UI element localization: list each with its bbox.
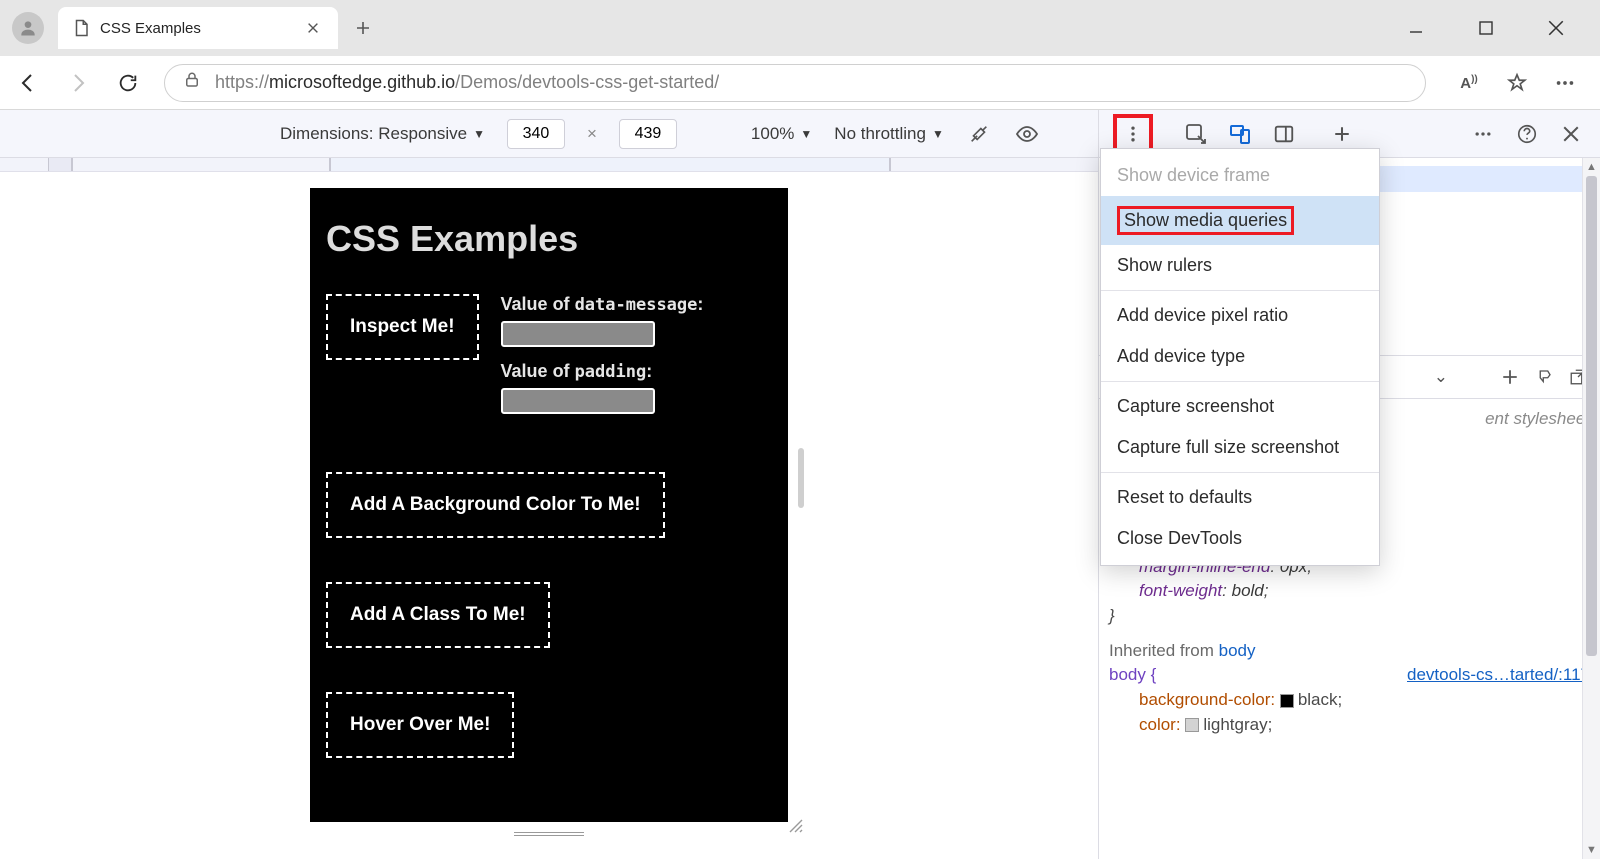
minimize-button[interactable]	[1406, 18, 1426, 38]
tab-title: CSS Examples	[100, 20, 292, 37]
menu-capture-screenshot[interactable]: Capture screenshot	[1101, 386, 1379, 427]
multiply-symbol: ×	[587, 124, 597, 144]
close-devtools-icon[interactable]	[1556, 119, 1586, 149]
bgcolor-box[interactable]: Add A Background Color To Me!	[326, 472, 665, 538]
hover-box[interactable]: Hover Over Me!	[326, 692, 514, 758]
inspect-me-box[interactable]: Inspect Me!	[326, 294, 479, 360]
viewport-resize-handle[interactable]	[798, 448, 804, 508]
width-input[interactable]	[507, 119, 565, 149]
settings-more-icon[interactable]	[1552, 70, 1578, 96]
menu-show-media-queries[interactable]: Show media queries	[1101, 196, 1379, 245]
stylesheet-source[interactable]: ent stylesheet	[1485, 407, 1590, 432]
value-input-2[interactable]	[501, 388, 655, 414]
device-emulation-icon[interactable]	[1225, 119, 1255, 149]
menu-close-devtools[interactable]: Close DevTools	[1101, 518, 1379, 559]
favorite-icon[interactable]	[1504, 70, 1530, 96]
viewport: CSS Examples Inspect Me! Value of data-m…	[0, 158, 1098, 859]
visibility-icon[interactable]	[1014, 121, 1040, 147]
lock-icon	[183, 71, 201, 94]
forward-button[interactable]	[64, 69, 92, 97]
addclass-box[interactable]: Add A Class To Me!	[326, 582, 550, 648]
address-bar: https://microsoftedge.github.io/Demos/de…	[0, 56, 1600, 110]
value-label-1: Value of data-message:	[501, 294, 704, 315]
menu-reset-defaults[interactable]: Reset to defaults	[1101, 477, 1379, 518]
value-input-1[interactable]	[501, 321, 655, 347]
inspect-element-icon[interactable]	[1181, 119, 1211, 149]
zoom-dropdown[interactable]: 100% ▼	[751, 124, 812, 144]
close-window-button[interactable]	[1546, 18, 1566, 38]
menu-show-rulers[interactable]: Show rulers	[1101, 245, 1379, 286]
dimensions-dropdown[interactable]: Dimensions: Responsive ▼	[280, 124, 485, 144]
source-link[interactable]: devtools-cs…tarted/:117	[1407, 665, 1590, 684]
page-icon	[72, 19, 90, 37]
dock-side-icon[interactable]	[1269, 119, 1299, 149]
breakpoint-ruler[interactable]	[0, 158, 1098, 172]
value-label-2: Value of padding:	[501, 361, 704, 382]
tab-close-icon[interactable]	[302, 17, 324, 39]
page-title: CSS Examples	[326, 218, 772, 260]
read-aloud-icon[interactable]: A))	[1456, 70, 1482, 96]
add-tab-icon[interactable]	[1327, 119, 1357, 149]
corner-resize-icon[interactable]	[788, 818, 804, 834]
thumbs-down-icon[interactable]	[1532, 365, 1556, 389]
new-tab-button[interactable]	[344, 9, 382, 47]
back-button[interactable]	[14, 69, 42, 97]
devtools-more-icon[interactable]	[1468, 119, 1498, 149]
titlebar: CSS Examples	[0, 0, 1600, 56]
menu-add-device-pixel-ratio[interactable]: Add device pixel ratio	[1101, 295, 1379, 336]
eyedropper-icon[interactable]	[966, 121, 992, 147]
height-input[interactable]	[619, 119, 677, 149]
device-options-menu: Show device frame Show media queries Sho…	[1100, 148, 1380, 566]
help-icon[interactable]	[1512, 119, 1542, 149]
profile-button[interactable]	[12, 12, 44, 44]
devtools-scrollbar[interactable]: ▲ ▼	[1582, 158, 1600, 859]
browser-tab[interactable]: CSS Examples	[58, 7, 338, 49]
omnibox[interactable]: https://microsoftedge.github.io/Demos/de…	[164, 64, 1426, 102]
new-style-rule-icon[interactable]	[1498, 365, 1522, 389]
menu-add-device-type[interactable]: Add device type	[1101, 336, 1379, 377]
menu-capture-full-screenshot[interactable]: Capture full size screenshot	[1101, 427, 1379, 468]
drag-handle-bottom[interactable]	[509, 832, 589, 838]
inherited-from: Inherited from body	[1109, 639, 1590, 664]
url-text: https://microsoftedge.github.io/Demos/de…	[215, 72, 719, 93]
reload-button[interactable]	[114, 69, 142, 97]
rendered-page: CSS Examples Inspect Me! Value of data-m…	[310, 188, 788, 822]
maximize-button[interactable]	[1476, 18, 1496, 38]
window-controls	[1406, 18, 1594, 38]
menu-show-device-frame[interactable]: Show device frame	[1101, 155, 1379, 196]
throttling-dropdown[interactable]: No throttling ▼	[834, 124, 944, 144]
